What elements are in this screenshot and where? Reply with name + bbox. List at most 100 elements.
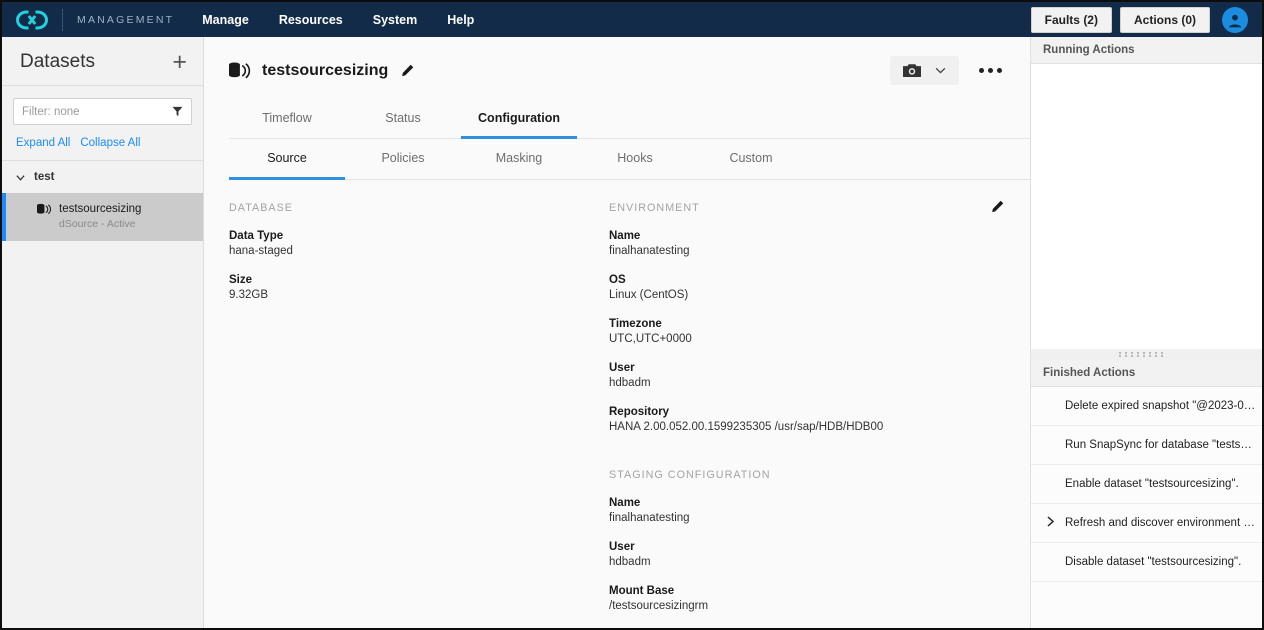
ellipsis-icon [979,68,984,73]
nav-divider [62,9,63,31]
datasets-header: Datasets + [2,37,203,85]
sidebar-item-text: testsourcesizing dSource - Active [59,202,141,231]
pencil-icon[interactable] [991,200,1004,213]
running-actions-header: Running Actions [1031,37,1262,64]
field-staging-name: Name finalhanatesting [609,497,1006,524]
dataset-title: testsourcesizing [262,62,388,80]
top-navigation-actions: Faults (2) Actions (0) [1031,2,1254,37]
drag-grip-icon [1119,352,1175,357]
application-window: MANAGEMENT Manage Resources System Help … [0,0,1264,630]
sidebar-item-label: testsourcesizing [59,202,141,216]
field-env-user: User hdbadm [609,362,1006,389]
chevron-down-icon [16,173,25,182]
sidebar-item-testsourcesizing[interactable]: testsourcesizing dSource - Active [2,193,203,241]
finished-actions-header: Finished Actions [1031,360,1262,387]
actions-button[interactable]: Actions (0) [1120,7,1210,33]
field-value: /testsourcesizingrm [609,600,1006,612]
primary-tabs: Timeflow Status Configuration [229,101,1030,139]
field-label: Size [229,274,609,286]
database-section: DATABASE Data Type hana-staged Size 9.32… [229,202,609,628]
tab-status[interactable]: Status [345,101,461,139]
faults-button[interactable]: Faults (2) [1031,7,1112,33]
field-staging-user: User hdbadm [609,541,1006,568]
camera-icon [903,63,921,78]
tree-group-label: test [34,171,54,183]
finished-action-text: Refresh and discover environment … [1065,517,1255,529]
top-navigation-bar: MANAGEMENT Manage Resources System Help … [2,2,1262,37]
snapshot-button[interactable] [890,56,959,85]
finished-action-item[interactable]: Enable dataset "testsourcesizing". [1031,465,1262,504]
field-label: Timezone [609,318,1006,330]
field-value: UTC,UTC+0000 [609,333,1006,345]
tab-configuration[interactable]: Configuration [461,101,577,139]
field-env-os: OS Linux (CentOS) [609,274,1006,301]
tab-custom[interactable]: Custom [693,139,809,180]
field-label: Data Type [229,230,609,242]
field-env-name: Name finalhanatesting [609,230,1006,257]
section-title-staging: STAGING CONFIGURATION [609,469,1006,481]
field-label: Name [609,497,1006,509]
field-value: hdbadm [609,377,1006,389]
field-data-type: Data Type hana-staged [229,230,609,257]
field-value: HANA 2.00.052.00.1599235305 /usr/sap/HDB… [609,421,1006,433]
user-avatar-icon [1225,10,1245,30]
dsource-icon [227,61,251,81]
dataset-header: testsourcesizing [205,37,1030,85]
ellipsis-icon [997,68,1002,73]
panel-resize-handle[interactable] [1031,349,1262,360]
field-env-repository: Repository HANA 2.00.052.00.1599235305 /… [609,406,1006,433]
sidebar-item-status: dSource - Active [59,217,141,231]
field-label: Mount Base [609,585,1006,597]
add-dataset-button[interactable]: + [172,53,187,71]
finished-action-item[interactable]: Run SnapSync for database "tests… [1031,426,1262,465]
tree-group-test[interactable]: test [2,160,203,193]
dsource-icon [36,203,51,216]
field-label: User [609,362,1006,374]
nav-link-manage[interactable]: Manage [202,13,249,27]
field-label: Name [609,230,1006,242]
nav-link-resources[interactable]: Resources [279,13,343,27]
sidebar-divider [2,85,203,86]
actions-panel: Running Actions Finished Actions Delete … [1030,37,1262,628]
field-value: hdbadm [609,556,1006,568]
more-options-button[interactable] [975,64,1006,77]
tab-masking[interactable]: Masking [461,139,577,180]
pencil-icon[interactable] [401,64,414,77]
field-value: hana-staged [229,245,609,257]
collapse-all-link[interactable]: Collapse All [80,137,140,149]
finished-action-item[interactable]: Delete expired snapshot "@2023-0… [1031,387,1262,426]
chevron-right-icon[interactable] [1047,516,1055,527]
tab-hooks[interactable]: Hooks [577,139,693,180]
finished-action-item[interactable]: Disable dataset "testsourcesizing". [1031,543,1262,582]
field-size: Size 9.32GB [229,274,609,301]
field-label: User [609,541,1006,553]
nav-link-help[interactable]: Help [447,13,474,27]
field-label: OS [609,274,1006,286]
field-label: Repository [609,406,1006,418]
delphix-logo-icon [15,10,49,30]
dataset-filter[interactable]: Filter: none [13,98,192,125]
tab-policies[interactable]: Policies [345,139,461,180]
datasets-sidebar: Datasets + Filter: none Expand All Colla… [2,37,204,628]
logo-container[interactable] [2,10,62,30]
finished-action-item[interactable]: Refresh and discover environment … [1031,504,1262,543]
user-avatar-button[interactable] [1222,7,1248,33]
page-title: Datasets [20,51,95,73]
ellipsis-icon [988,68,993,73]
nav-link-system[interactable]: System [373,13,417,27]
field-env-timezone: Timezone UTC,UTC+0000 [609,318,1006,345]
field-value: 9.32GB [229,289,609,301]
product-name-label: MANAGEMENT [77,14,174,26]
environment-section: ENVIRONMENT Name finalhanatesting OS Lin… [609,202,1006,628]
tab-source[interactable]: Source [229,139,345,180]
field-staging-mount-base: Mount Base /testsourcesizingrm [609,585,1006,612]
expand-all-link[interactable]: Expand All [16,137,70,149]
running-actions-list [1031,64,1262,349]
filter-placeholder: Filter: none [22,106,172,118]
section-title-database: DATABASE [229,202,609,214]
field-value: finalhanatesting [609,512,1006,524]
tab-timeflow[interactable]: Timeflow [229,101,345,139]
chevron-down-icon [935,67,946,74]
funnel-icon [172,106,183,117]
secondary-tabs: Source Policies Masking Hooks Custom [229,139,1030,180]
